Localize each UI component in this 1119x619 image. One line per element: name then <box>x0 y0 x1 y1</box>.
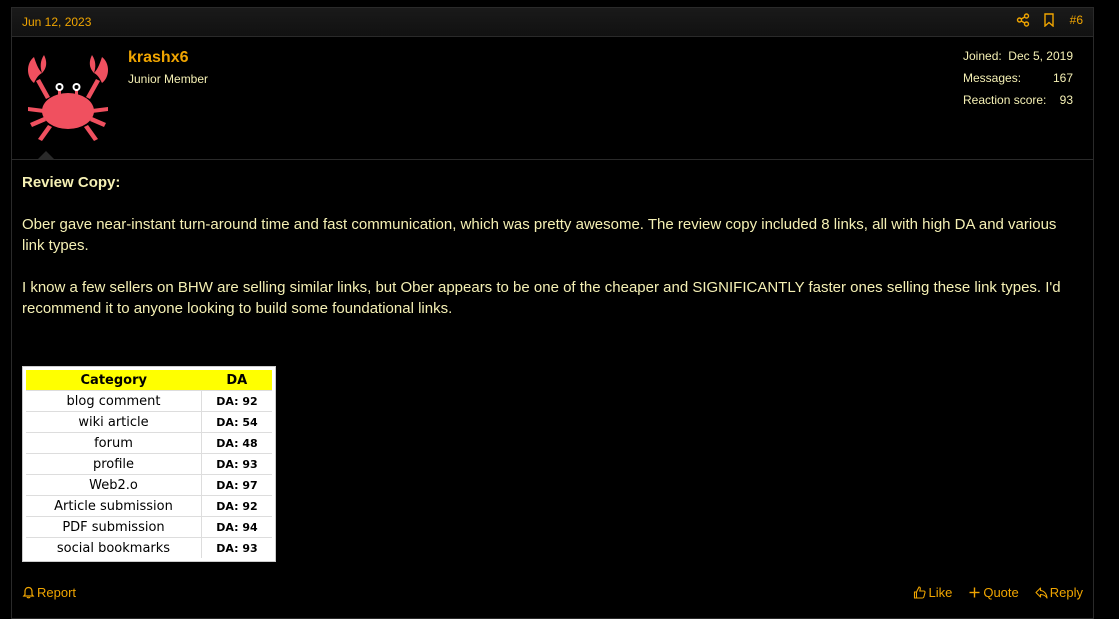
stat-label: Messages: <box>963 71 1022 85</box>
share-icon[interactable] <box>1016 13 1030 27</box>
report-label: Report <box>37 585 77 600</box>
table-cell-da: DA: 92 <box>201 390 272 412</box>
table-row: Web2.o DA: 97 <box>26 474 272 496</box>
table-row: Article submission DA: 92 <box>26 495 272 517</box>
table-row: social bookmarks DA: 93 <box>26 537 272 558</box>
table-header-row: Category DA <box>26 370 272 391</box>
stat-reaction-score: Reaction score: 93 <box>963 93 1073 115</box>
username-link[interactable]: krashx6 <box>128 49 189 67</box>
report-button[interactable]: Report <box>22 585 76 600</box>
stat-label: Reaction score: <box>963 93 1047 107</box>
table-cell-category: social bookmarks <box>26 537 202 558</box>
user-stats: Joined: Dec 5, 2019 Messages: 167 Reacti… <box>963 49 1073 115</box>
table-cell-category: PDF submission <box>26 516 202 538</box>
stat-value: Dec 5, 2019 <box>1008 49 1073 63</box>
table-header-da: DA <box>201 370 272 391</box>
table-row: wiki article DA: 54 <box>26 411 272 433</box>
post-actions: Like Quote Reply <box>913 585 1083 600</box>
bell-icon <box>22 586 35 599</box>
post-heading: Review Copy: <box>22 174 121 191</box>
post-header: Jun 12, 2023 #6 <box>12 8 1093 37</box>
like-label: Like <box>928 585 953 600</box>
stat-messages: Messages: 167 <box>963 71 1073 93</box>
table-cell-da: DA: 93 <box>201 453 272 475</box>
reply-arrow-icon <box>1035 587 1048 599</box>
thumbs-up-icon <box>914 586 927 599</box>
table-row: forum DA: 48 <box>26 432 272 454</box>
user-title: Junior Member <box>128 72 209 86</box>
table-cell-category: Article submission <box>26 495 202 517</box>
table-cell-da: DA: 97 <box>201 474 272 496</box>
reply-button[interactable]: Reply <box>1035 585 1083 600</box>
stat-value: 167 <box>1052 71 1073 85</box>
post-paragraph: Ober gave near-instant turn-around time … <box>22 216 1057 254</box>
reply-label: Reply <box>1049 585 1083 600</box>
table-cell-da: DA: 48 <box>201 432 272 454</box>
table-cell-da: DA: 93 <box>201 537 272 558</box>
table-cell-category: blog comment <box>26 390 202 412</box>
stat-joined: Joined: Dec 5, 2019 <box>963 49 1073 71</box>
quote-label: Quote <box>983 585 1019 600</box>
table-cell-da: DA: 94 <box>201 516 272 538</box>
divider-arrow <box>38 151 54 159</box>
table-row: PDF submission DA: 94 <box>26 516 272 538</box>
crab-icon[interactable] <box>20 49 116 145</box>
bookmark-icon[interactable] <box>1042 13 1056 27</box>
table-cell-category: profile <box>26 453 202 475</box>
table-cell-category: Web2.o <box>26 474 202 496</box>
post-header-actions: #6 <box>1016 13 1083 27</box>
forum-post: Jun 12, 2023 #6 krashx6 Junior Member Jo… <box>11 7 1094 619</box>
table-row: profile DA: 93 <box>26 453 272 475</box>
post-paragraph: I know a few sellers on BHW are selling … <box>22 279 1061 317</box>
da-table-image[interactable]: Category DA blog comment DA: 92 wiki art… <box>22 366 276 562</box>
like-button[interactable]: Like <box>913 585 952 600</box>
table-cell-category: wiki article <box>26 411 202 433</box>
stat-value: 93 <box>1059 93 1073 107</box>
table-cell-da: DA: 54 <box>201 411 272 433</box>
table-cell-category: forum <box>26 432 202 454</box>
plus-icon <box>969 587 980 598</box>
post-number-link[interactable]: #6 <box>1070 13 1083 27</box>
table-row: blog comment DA: 92 <box>26 390 272 412</box>
post-body: Review Copy: Ober gave near-instant turn… <box>22 172 1082 340</box>
table-header-category: Category <box>26 370 202 391</box>
stat-label: Joined: <box>963 49 1002 63</box>
divider <box>12 159 1093 160</box>
post-date[interactable]: Jun 12, 2023 <box>22 15 91 29</box>
user-info: krashx6 Junior Member Joined: Dec 5, 201… <box>12 37 1093 161</box>
table-cell-da: DA: 92 <box>201 495 272 517</box>
quote-button[interactable]: Quote <box>968 585 1019 600</box>
